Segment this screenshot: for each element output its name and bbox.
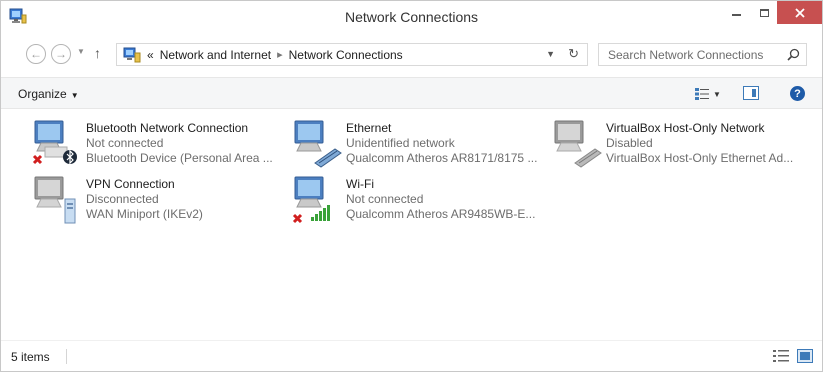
preview-pane-icon — [752, 89, 756, 97]
close-button[interactable] — [777, 1, 822, 24]
connection-name: Bluetooth Network Connection — [86, 121, 249, 135]
connection-status: Disabled — [606, 136, 653, 150]
navigation-bar: ← → ▼ ↑ « Network and Internet ▸ Network… — [1, 32, 822, 77]
close-icon — [794, 7, 805, 18]
connection-name: VPN Connection — [86, 177, 175, 191]
maximize-button[interactable] — [751, 1, 777, 24]
window-title: Network Connections — [344, 9, 479, 25]
item-count: 5 items — [11, 350, 50, 364]
connection-device: Qualcomm Atheros AR8171/8175 ... — [346, 151, 538, 165]
connection-device: Bluetooth Device (Personal Area ... — [86, 151, 273, 165]
connection-name: VirtualBox Host-Only Network — [606, 121, 765, 135]
help-icon: ? — [794, 87, 801, 100]
connection-name: Wi-Fi — [346, 177, 374, 191]
status-bar: 5 items — [1, 340, 822, 371]
connection-text: Ethernet Unidentified network Qualcomm A… — [346, 121, 546, 166]
ethernet-adapter-icon — [294, 120, 342, 168]
title-bar[interactable]: Network Connections — [1, 1, 822, 32]
explorer-window: Network Connections ← → ▼ ↑ « Network an… — [0, 0, 823, 372]
view-options-icon — [695, 88, 709, 100]
connection-text: VPN Connection Disconnected WAN Miniport… — [86, 177, 286, 222]
wifi-adapter-icon — [292, 176, 330, 224]
connection-item-virtualbox[interactable]: VirtualBox Host-Only Network Disabled Vi… — [551, 119, 801, 175]
view-dropdown-icon: ▼ — [713, 89, 721, 99]
back-arrow-icon: ← — [30, 47, 42, 61]
large-icons-view-icon[interactable] — [797, 349, 813, 363]
connection-device: WAN Miniport (IKEv2) — [86, 207, 203, 221]
bluetooth-adapter-icon — [32, 120, 77, 165]
breadcrumb-network-connections[interactable]: Network Connections — [289, 48, 403, 62]
refresh-icon[interactable]: ↻ — [568, 46, 579, 62]
connection-status: Disconnected — [86, 192, 159, 206]
connection-text: Wi-Fi Not connected Qualcomm Atheros AR9… — [346, 177, 546, 222]
connection-item-ethernet[interactable]: Ethernet Unidentified network Qualcomm A… — [291, 119, 541, 175]
minimize-icon — [731, 13, 741, 16]
connection-device: VirtualBox Host-Only Ethernet Ad... — [606, 151, 794, 165]
command-bar: Organize ▼ ▼ ? — [1, 77, 822, 109]
maximize-icon — [759, 8, 769, 17]
help-button[interactable]: ? — [790, 86, 805, 101]
connection-text: VirtualBox Host-Only Network Disabled Vi… — [606, 121, 821, 166]
connection-item-wifi[interactable]: Wi-Fi Not connected Qualcomm Atheros AR9… — [291, 175, 541, 231]
address-bar[interactable]: « Network and Internet ▸ Network Connect… — [116, 43, 588, 66]
preview-pane-button[interactable] — [743, 86, 759, 100]
vpn-adapter-icon — [34, 176, 76, 224]
back-button[interactable]: ← — [26, 44, 46, 64]
connection-item-vpn[interactable]: VPN Connection Disconnected WAN Miniport… — [31, 175, 281, 231]
organize-label: Organize — [18, 87, 67, 101]
organize-menu-button[interactable]: Organize ▼ — [18, 87, 79, 101]
connection-text: Bluetooth Network Connection Not connect… — [86, 121, 286, 166]
breadcrumb-overflow[interactable]: « — [147, 48, 154, 62]
status-separator — [66, 349, 67, 364]
details-view-icon[interactable] — [773, 349, 789, 363]
breadcrumb-network-and-internet[interactable]: Network and Internet — [160, 48, 271, 62]
ethernet-adapter-disabled-icon — [554, 120, 602, 168]
breadcrumb-chevron-icon[interactable]: ▸ — [277, 48, 283, 61]
minimize-button[interactable] — [723, 1, 749, 24]
connections-list: Bluetooth Network Connection Not connect… — [1, 109, 822, 340]
search-icon[interactable] — [787, 48, 800, 61]
control-panel-icon — [123, 47, 141, 62]
search-box[interactable] — [598, 43, 807, 66]
change-view-button[interactable]: ▼ — [695, 86, 723, 102]
connection-status: Unidentified network — [346, 136, 455, 150]
address-dropdown-icon[interactable]: ▼ — [546, 49, 555, 59]
connection-name: Ethernet — [346, 121, 392, 135]
forward-arrow-icon: → — [55, 47, 67, 61]
up-arrow-icon: ↑ — [94, 45, 101, 61]
forward-button[interactable]: → — [51, 44, 71, 64]
up-button[interactable]: ↑ — [94, 45, 101, 61]
recent-locations-dropdown[interactable]: ▼ — [77, 47, 85, 56]
connection-status: Not connected — [346, 192, 424, 206]
search-input[interactable] — [608, 47, 778, 62]
connection-item-bluetooth[interactable]: Bluetooth Network Connection Not connect… — [31, 119, 281, 175]
connection-status: Not connected — [86, 136, 164, 150]
chevron-down-icon: ▼ — [70, 91, 79, 100]
connection-device: Qualcomm Atheros AR9485WB-E... — [346, 207, 536, 221]
